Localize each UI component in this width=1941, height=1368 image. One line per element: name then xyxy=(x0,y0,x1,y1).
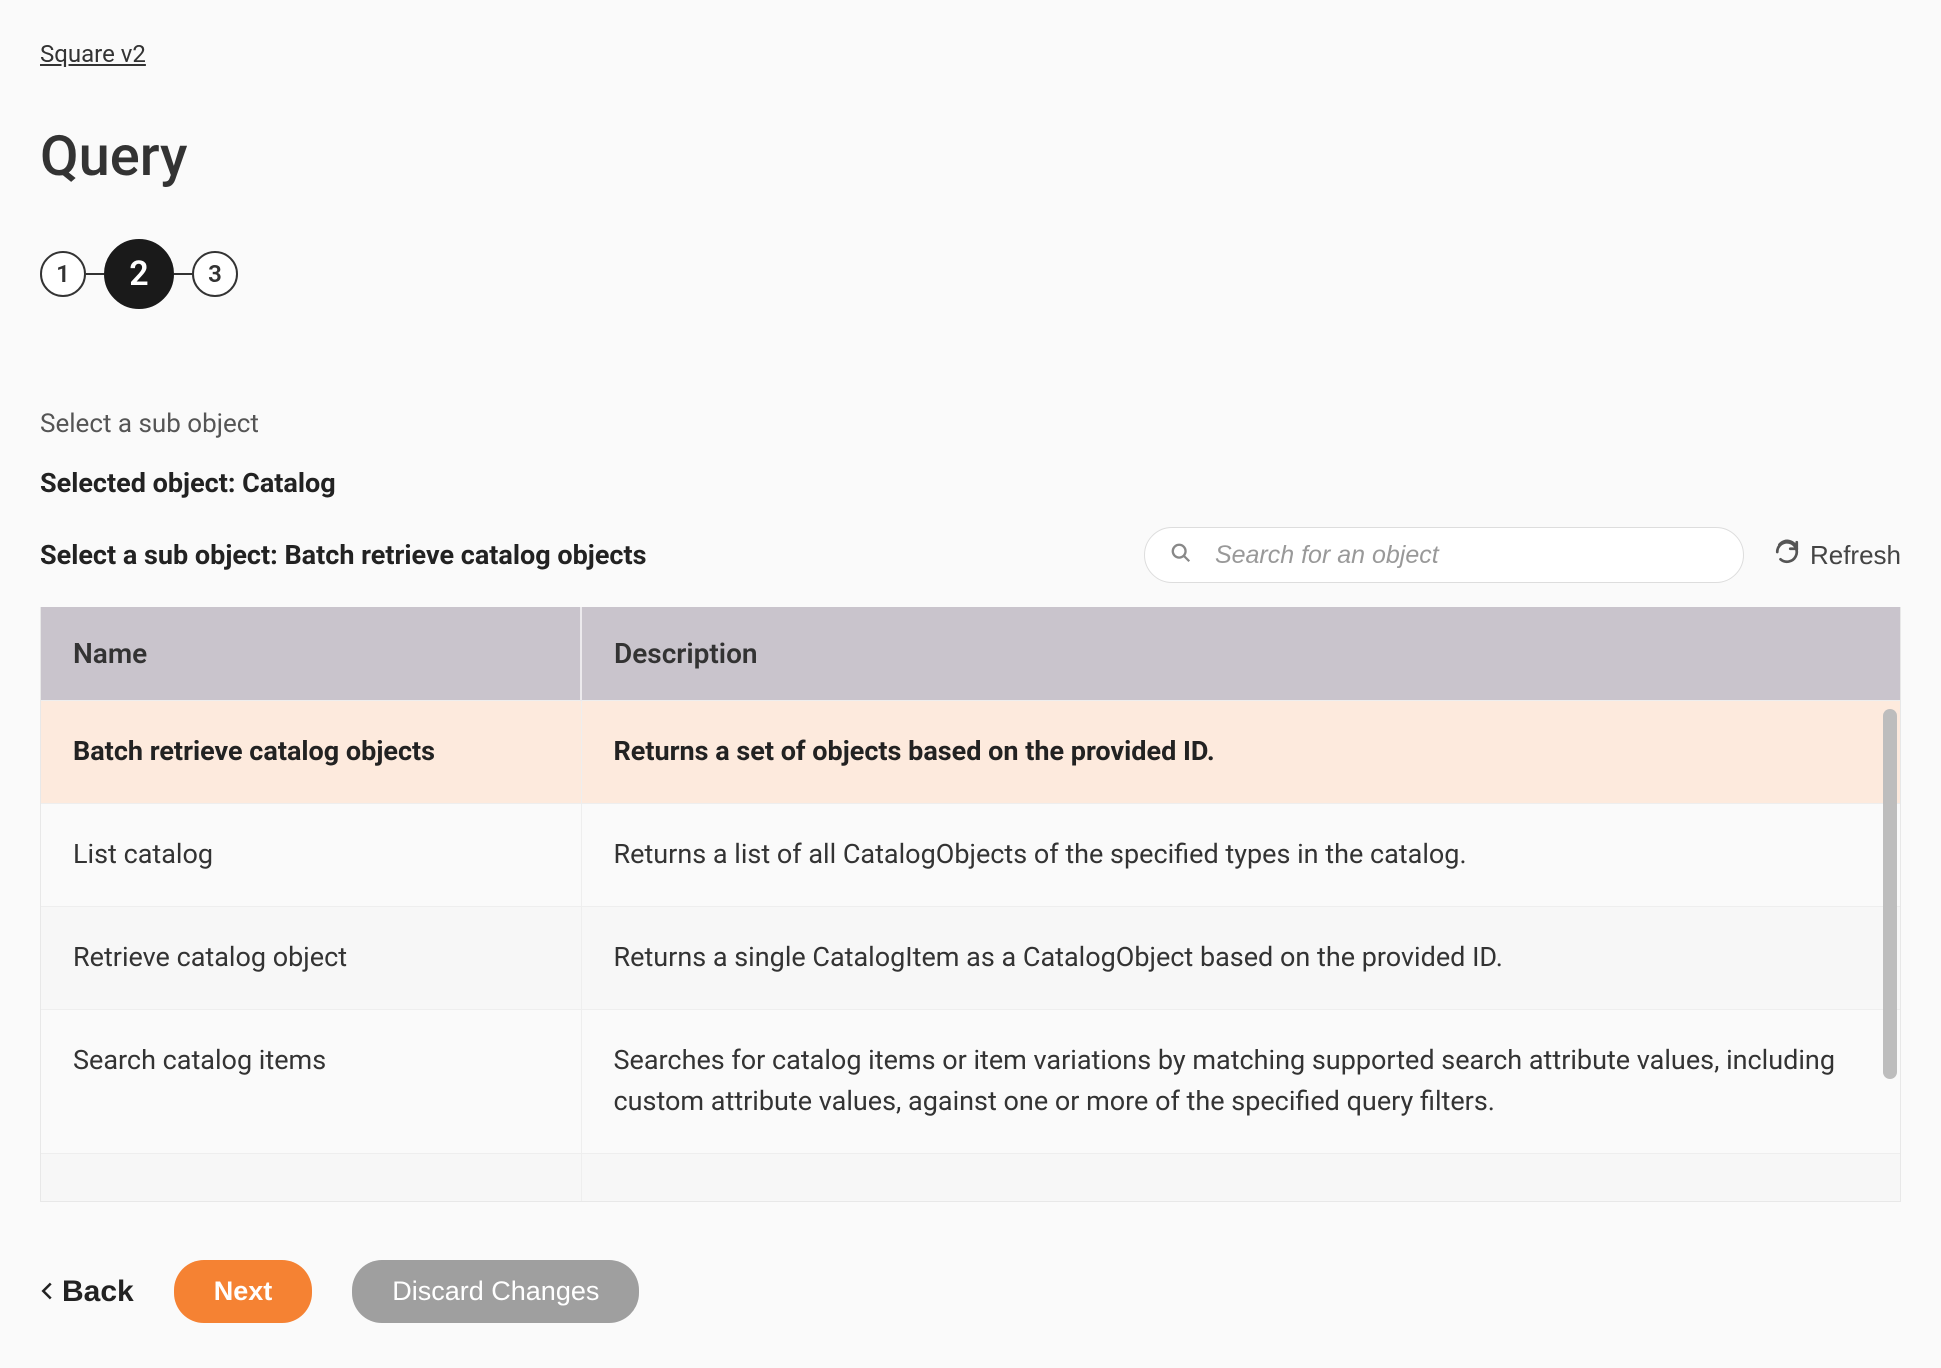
column-header-name[interactable]: Name xyxy=(41,607,581,701)
instruction-text: Select a sub object xyxy=(40,409,1901,439)
objects-table: Name Description Batch retrieve catalog … xyxy=(41,607,1900,1202)
column-header-description[interactable]: Description xyxy=(581,607,1900,701)
table-row[interactable] xyxy=(41,1154,1900,1202)
refresh-button[interactable]: Refresh xyxy=(1774,539,1901,572)
step-2[interactable]: 2 xyxy=(104,239,174,309)
search-wrap xyxy=(1144,527,1744,583)
step-connector xyxy=(86,273,104,275)
cell-name xyxy=(41,1154,581,1202)
search-icon xyxy=(1170,542,1192,568)
refresh-label: Refresh xyxy=(1810,540,1901,571)
scrollbar[interactable] xyxy=(1880,709,1900,1201)
objects-table-container: Name Description Batch retrieve catalog … xyxy=(40,607,1901,1202)
step-3[interactable]: 3 xyxy=(192,251,238,297)
page-title: Query xyxy=(40,123,1901,189)
wizard-stepper: 1 2 3 xyxy=(40,239,1901,309)
sub-object-label: Select a sub object: Batch retrieve cata… xyxy=(40,539,647,571)
cell-name: Retrieve catalog object xyxy=(41,906,581,1009)
discard-button[interactable]: Discard Changes xyxy=(352,1260,639,1323)
table-row[interactable]: Retrieve catalog object Returns a single… xyxy=(41,906,1900,1009)
next-button[interactable]: Next xyxy=(174,1260,313,1323)
cell-description: Returns a list of all CatalogObjects of … xyxy=(581,803,1900,906)
table-row[interactable]: Batch retrieve catalog objects Returns a… xyxy=(41,701,1900,804)
table-row[interactable]: List catalog Returns a list of all Catal… xyxy=(41,803,1900,906)
wizard-footer: Back Next Discard Changes xyxy=(40,1260,1901,1323)
refresh-icon xyxy=(1774,539,1800,572)
back-button[interactable]: Back xyxy=(40,1275,134,1309)
cell-description: Returns a single CatalogItem as a Catalo… xyxy=(581,906,1900,1009)
cell-description: Returns a set of objects based on the pr… xyxy=(581,701,1900,804)
search-input[interactable] xyxy=(1144,527,1744,583)
chevron-left-icon xyxy=(40,1275,54,1309)
scrollbar-thumb[interactable] xyxy=(1883,709,1897,1079)
selected-object-label: Selected object: Catalog xyxy=(40,467,1901,499)
table-row[interactable]: Search catalog items Searches for catalo… xyxy=(41,1009,1900,1154)
step-connector xyxy=(174,273,192,275)
back-label: Back xyxy=(62,1275,134,1309)
cell-name: Search catalog items xyxy=(41,1009,581,1154)
cell-name: Batch retrieve catalog objects xyxy=(41,701,581,804)
cell-description: Searches for catalog items or item varia… xyxy=(581,1009,1900,1154)
cell-description xyxy=(581,1154,1900,1202)
breadcrumb-link[interactable]: Square v2 xyxy=(40,40,146,68)
cell-name: List catalog xyxy=(41,803,581,906)
step-1[interactable]: 1 xyxy=(40,251,86,297)
